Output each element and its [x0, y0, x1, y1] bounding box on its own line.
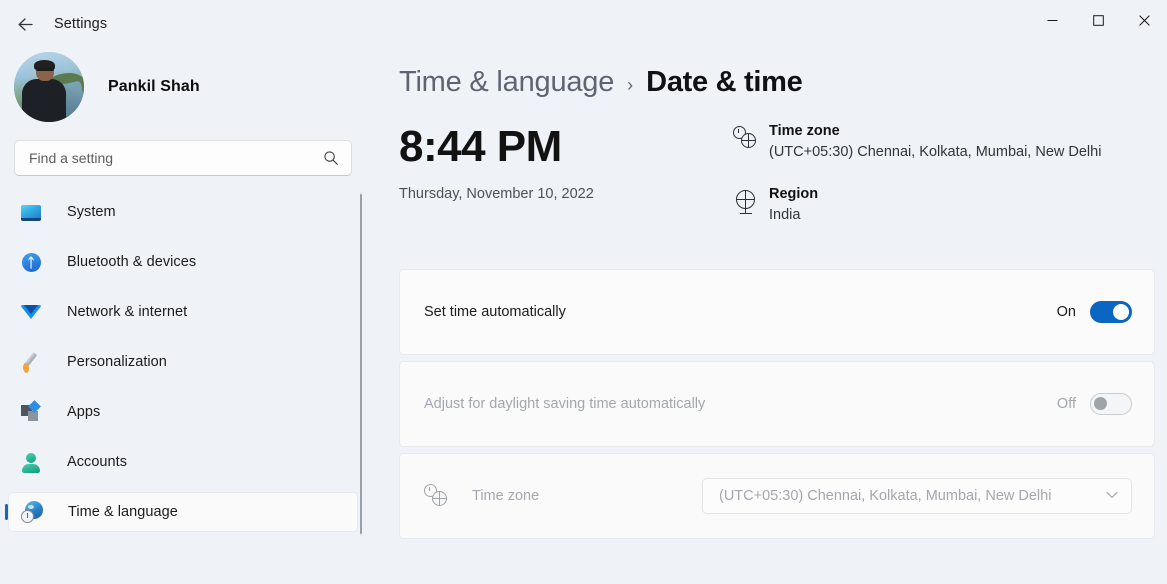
set-time-automatically-label: Set time automatically [424, 304, 566, 320]
profile-name: Pankil Shah [108, 78, 200, 95]
region-summary: Region India [729, 186, 1167, 223]
close-button[interactable] [1121, 0, 1167, 40]
globe-icon [729, 186, 763, 223]
current-time: 8:44 PM [399, 122, 562, 171]
sidebar-item-bluetooth-devices[interactable]: ᛏ Bluetooth & devices [8, 242, 358, 282]
minimize-button[interactable] [1029, 0, 1075, 40]
avatar [14, 52, 84, 122]
chevron-down-icon [1106, 490, 1118, 502]
time-zone-summary: Time zone (UTC+05:30) Chennai, Kolkata, … [729, 123, 1167, 160]
monitor-icon [20, 201, 42, 223]
meta-block: Time zone (UTC+05:30) Chennai, Kolkata, … [729, 121, 1167, 249]
breadcrumb-parent[interactable]: Time & language [399, 66, 614, 99]
sidebar-item-label: Time & language [68, 504, 178, 520]
sidebar-item-apps[interactable]: Apps [8, 392, 358, 432]
back-arrow-icon [18, 17, 33, 31]
search-input[interactable] [29, 150, 323, 166]
sidebar: Pankil Shah System ᛏ Bluetooth & devices… [0, 48, 366, 584]
sidebar-scrollbar-thumb[interactable] [360, 194, 362, 534]
clock-block: 8:44 PM Thursday, November 10, 2022 [399, 121, 729, 249]
time-zone-value: (UTC+05:30) Chennai, Kolkata, Mumbai, Ne… [769, 144, 1102, 160]
settings-cards: Set time automatically On Adjust for day… [366, 249, 1167, 539]
breadcrumb: Time & language › Date & time [366, 48, 1167, 99]
sidebar-item-label: System [67, 204, 116, 220]
date-time-summary: 8:44 PM Thursday, November 10, 2022 Time… [366, 99, 1167, 249]
settings-window: Settings Pankil Shah Find a setting Syst… [0, 0, 1167, 584]
sidebar-item-personalization[interactable]: Personalization [8, 342, 358, 382]
region-title: Region [769, 186, 819, 202]
window-controls [1029, 0, 1167, 40]
time-zone-card-label: Time zone [472, 488, 540, 504]
time-zone-globe-icon [729, 123, 763, 160]
page-title: Date & time [646, 66, 803, 98]
daylight-saving-card[interactable]: Adjust for daylight saving time automati… [399, 361, 1155, 447]
sidebar-nav: System ᛏ Bluetooth & devices Network & i… [0, 192, 366, 584]
current-date: Thursday, November 10, 2022 [399, 186, 594, 202]
paintbrush-icon [20, 351, 42, 374]
profile-section[interactable]: Pankil Shah [0, 48, 366, 126]
region-value: India [769, 207, 801, 223]
time-zone-card[interactable]: Time zone (UTC+05:30) Chennai, Kolkata, … [399, 453, 1155, 539]
wifi-icon [20, 301, 42, 323]
close-icon [1138, 14, 1150, 26]
person-icon [20, 451, 42, 473]
time-zone-globe-icon [424, 484, 450, 508]
sidebar-item-time-language[interactable]: Time & language [5, 492, 358, 532]
main-content: Time & language › Date & time 8:44 PM Th… [366, 48, 1167, 584]
time-zone-title: Time zone [769, 123, 840, 139]
sidebar-item-network-internet[interactable]: Network & internet [8, 292, 358, 332]
sidebar-item-label: Bluetooth & devices [67, 254, 197, 270]
daylight-saving-state: Off [1056, 396, 1076, 412]
sidebar-item-label: Network & internet [67, 304, 188, 320]
sidebar-item-label: Accounts [67, 454, 128, 470]
sidebar-item-label: Personalization [67, 354, 167, 370]
breadcrumb-separator-icon: › [627, 75, 634, 95]
bluetooth-icon: ᛏ [20, 251, 42, 273]
apps-icon [20, 400, 42, 423]
title-bar: Settings [0, 0, 1167, 48]
time-zone-select-value: (UTC+05:30) Chennai, Kolkata, Mumbai, Ne… [719, 488, 1052, 504]
set-time-automatically-toggle[interactable] [1090, 301, 1132, 323]
daylight-saving-label: Adjust for daylight saving time automati… [424, 396, 706, 412]
time-language-icon [21, 501, 43, 523]
back-button[interactable] [6, 7, 44, 41]
active-indicator [5, 504, 8, 520]
maximize-icon [1092, 14, 1104, 26]
search-box[interactable] [14, 140, 352, 176]
sidebar-item-label: Apps [67, 404, 101, 420]
maximize-button[interactable] [1075, 0, 1121, 40]
time-zone-select[interactable]: (UTC+05:30) Chennai, Kolkata, Mumbai, Ne… [702, 478, 1132, 514]
minimize-icon [1047, 19, 1057, 21]
app-title: Settings [54, 16, 108, 32]
set-time-automatically-card[interactable]: Set time automatically On [399, 269, 1155, 355]
set-time-automatically-state: On [1056, 304, 1076, 320]
sidebar-item-accounts[interactable]: Accounts [8, 442, 358, 482]
daylight-saving-toggle[interactable] [1090, 393, 1132, 415]
sidebar-item-system[interactable]: System [8, 192, 358, 232]
search-icon [324, 151, 338, 165]
